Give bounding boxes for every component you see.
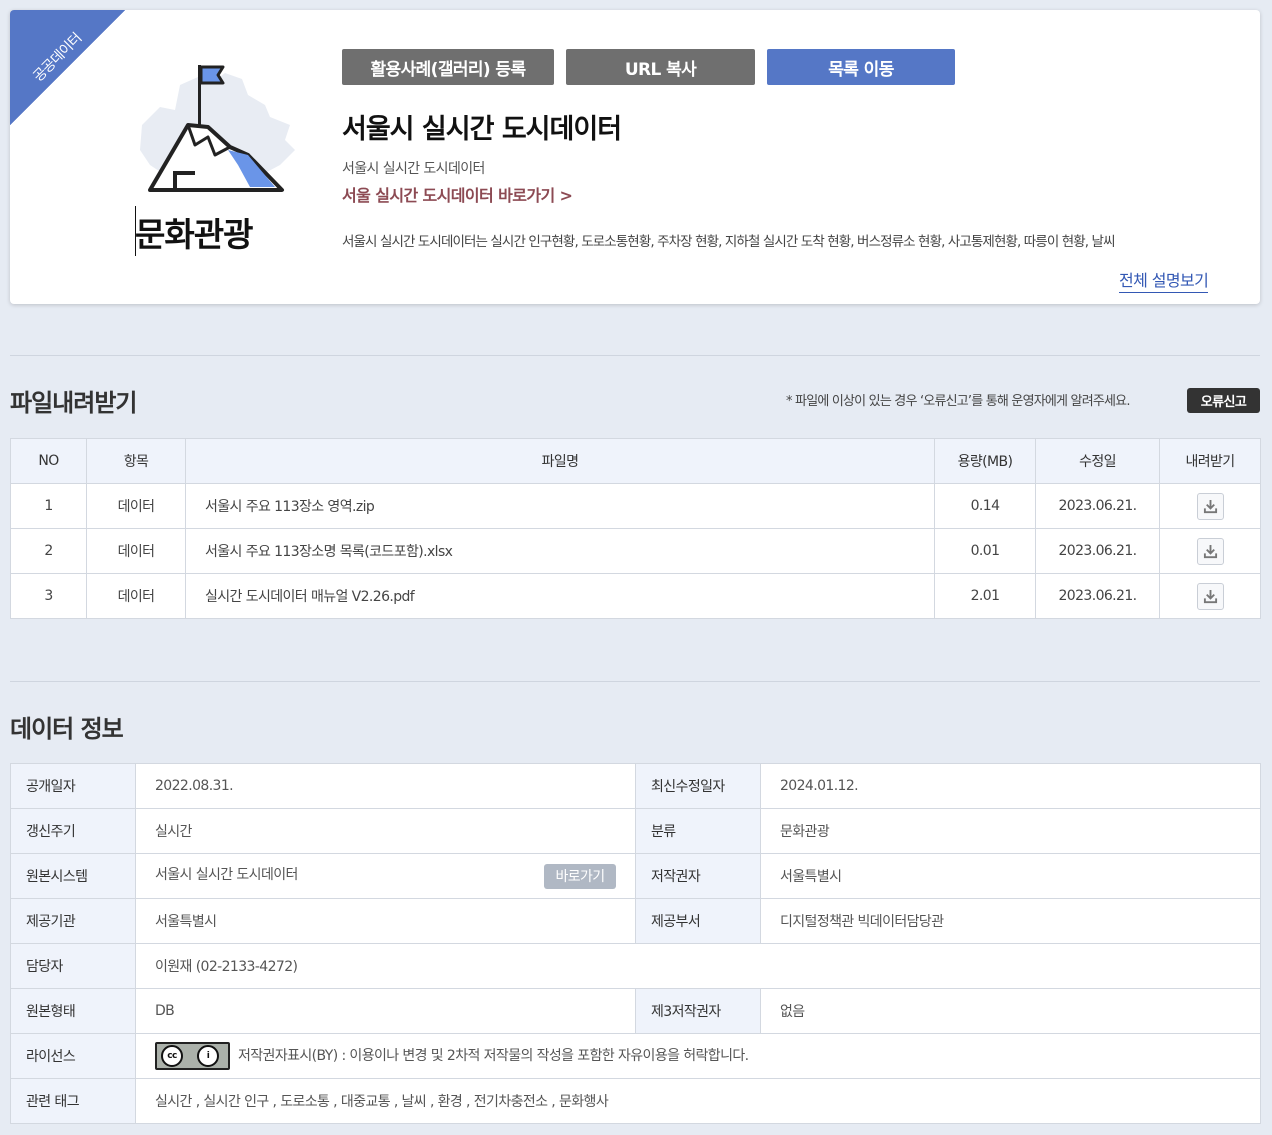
row-date: 2023.06.21. (1035, 528, 1160, 574)
download-icon[interactable] (1196, 492, 1224, 520)
author-label: 저작권자 (635, 853, 761, 899)
row-date: 2023.06.21. (1035, 483, 1160, 529)
table-row: 3 데이터 실시간 도시데이터 매뉴얼 V2.26.pdf 2.01 2023.… (10, 573, 1261, 619)
manager-label: 담당자 (10, 943, 136, 989)
info-row: 원본형태 DB 제3저작권자 없음 (10, 988, 1261, 1034)
action-buttons: 활용사례(갤러리) 등록 URL 복사 목록 이동 (342, 49, 955, 85)
info-row: 공개일자 2022.08.31. 최신수정일자 2024.01.12. (10, 763, 1261, 809)
data-info-table: 공개일자 2022.08.31. 최신수정일자 2024.01.12. 갱신주기… (10, 763, 1261, 1124)
download-icon[interactable] (1196, 582, 1224, 610)
download-icon[interactable] (1196, 537, 1224, 565)
info-row: 원본시스템 서울시 실시간 도시데이터 바로가기 저작권자 서울특별시 (10, 853, 1261, 899)
row-filename: 실시간 도시데이터 매뉴얼 V2.26.pdf (185, 573, 935, 619)
row-no: 2 (10, 528, 87, 574)
col-header-item: 항목 (86, 438, 186, 484)
info-row: 제공기관 서울특별시 제공부서 디지털정책관 빅데이터담당관 (10, 898, 1261, 944)
class-label: 분류 (635, 808, 761, 854)
info-section-title: 데이터 정보 (10, 715, 124, 743)
info-row: 담당자 이원재 (02-2133-4272) (10, 943, 1261, 989)
public-data-ribbon (10, 10, 125, 125)
col-header-download: 내려받기 (1159, 438, 1261, 484)
error-report-button[interactable]: 오류신고 (1187, 388, 1260, 413)
license-label: 라이선스 (10, 1033, 136, 1079)
updated-label: 최신수정일자 (635, 763, 761, 809)
cc-by-license-icon: cc i (155, 1042, 230, 1070)
org-label: 제공기관 (10, 898, 136, 944)
table-header-row: NO 항목 파일명 용량(MB) 수정일 내려받기 (10, 438, 1261, 484)
row-item: 데이터 (86, 573, 186, 619)
category-title: 문화관광 (135, 215, 253, 254)
info-row: 갱신주기 실시간 분류 문화관광 (10, 808, 1261, 854)
dataset-subtitle: 서울시 실시간 도시데이터 (342, 161, 485, 177)
gallery-register-button[interactable]: 활용사례(갤러리) 등록 (342, 49, 554, 85)
third-party-value: 없음 (760, 988, 1261, 1034)
row-no: 3 (10, 573, 87, 619)
row-no: 1 (10, 483, 87, 529)
author-value: 서울특별시 (760, 853, 1261, 899)
col-header-date: 수정일 (1035, 438, 1160, 484)
url-copy-button[interactable]: URL 복사 (566, 49, 755, 85)
tags-label: 관련 태그 (10, 1078, 136, 1124)
row-date: 2023.06.21. (1035, 573, 1160, 619)
row-filename: 서울시 주요 113장소 영역.zip (185, 483, 935, 529)
file-download-table: NO 항목 파일명 용량(MB) 수정일 내려받기 1 데이터 서울시 주요 1… (10, 438, 1261, 619)
info-row: 관련 태그 실시간 , 실시간 인구 , 도로소통 , 대중교통 , 날씨 , … (10, 1078, 1261, 1124)
license-value: 저작권자표시(BY) : 이용이나 변경 및 2차적 저작물의 작성을 포함한 … (238, 1048, 749, 1064)
col-header-size: 용량(MB) (934, 438, 1036, 484)
dept-value: 디지털정책관 빅데이터담당관 (760, 898, 1261, 944)
system-goto-button[interactable]: 바로가기 (544, 863, 616, 889)
col-header-no: NO (10, 438, 87, 484)
cycle-value: 실시간 (135, 808, 636, 854)
col-header-filename: 파일명 (185, 438, 935, 484)
row-size: 2.01 (934, 573, 1036, 619)
system-value: 서울시 실시간 도시데이터 (155, 866, 298, 883)
open-date-label: 공개일자 (10, 763, 136, 809)
dataset-description: 서울시 실시간 도시데이터는 실시간 인구현황, 도로소통현황, 주차장 현황,… (342, 234, 1115, 250)
table-row: 2 데이터 서울시 주요 113장소명 목록(코드포함).xlsx 0.01 2… (10, 528, 1261, 574)
tags-value: 실시간 , 실시간 인구 , 도로소통 , 대중교통 , 날씨 , 환경 , 전… (135, 1078, 1261, 1124)
files-section-title: 파일내려받기 (10, 389, 137, 417)
updated-value: 2024.01.12. (760, 763, 1261, 809)
dataset-header-card: 공공데이터 문화관광 활용사례(갤러리) 등록 URL 복사 목록 이동 서울시… (10, 10, 1260, 304)
open-date-value: 2022.08.31. (135, 763, 636, 809)
row-size: 0.01 (934, 528, 1036, 574)
view-full-description-link[interactable]: 전체 설명보기 (1119, 267, 1209, 293)
mountain-flag-icon (140, 65, 295, 192)
org-value: 서울특별시 (135, 898, 636, 944)
divider (10, 355, 1260, 356)
format-label: 원본형태 (10, 988, 136, 1034)
dataset-title: 서울시 실시간 도시데이터 (342, 114, 622, 145)
system-label: 원본시스템 (10, 853, 136, 899)
table-row: 1 데이터 서울시 주요 113장소 영역.zip 0.14 2023.06.2… (10, 483, 1261, 529)
format-value: DB (135, 988, 636, 1034)
error-report-notice: * 파일에 이상이 있는 경우 ‘오류신고’를 통해 운영자에게 알려주세요. (786, 394, 1130, 409)
manager-value: 이원재 (02-2133-4272) (135, 943, 1261, 989)
dataset-go-link[interactable]: 서울 실시간 도시데이터 바로가기 > (342, 182, 573, 206)
third-party-label: 제3저작권자 (635, 988, 761, 1034)
cycle-label: 갱신주기 (10, 808, 136, 854)
divider (10, 681, 1260, 682)
row-size: 0.14 (934, 483, 1036, 529)
row-filename: 서울시 주요 113장소명 목록(코드포함).xlsx (185, 528, 935, 574)
list-move-button[interactable]: 목록 이동 (767, 49, 955, 85)
dept-label: 제공부서 (635, 898, 761, 944)
row-item: 데이터 (86, 483, 186, 529)
info-row: 라이선스 cc i 저작권자표시(BY) : 이용이나 변경 및 2차적 저작물의 … (10, 1033, 1261, 1079)
row-item: 데이터 (86, 528, 186, 574)
class-value: 문화관광 (760, 808, 1261, 854)
